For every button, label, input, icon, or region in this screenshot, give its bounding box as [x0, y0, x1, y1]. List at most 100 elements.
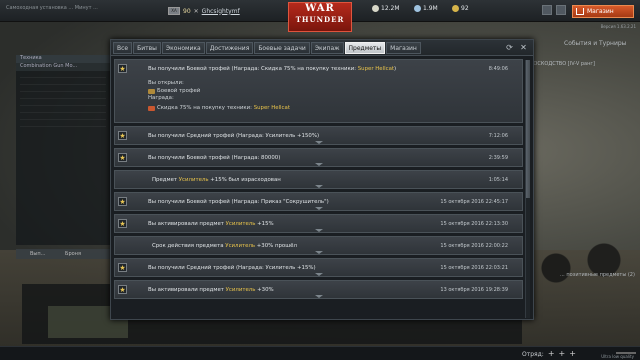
tab-2[interactable]: Экономика [161, 42, 205, 54]
reward-vehicle-link[interactable]: Super Hellcat [254, 105, 290, 111]
expand-chevron-icon[interactable] [315, 207, 323, 210]
favorite-star-icon[interactable]: ★ [118, 64, 127, 73]
expand-chevron-icon[interactable] [315, 295, 323, 298]
add-squad-member-icon[interactable]: + [548, 350, 555, 358]
golden-eagle-icon [452, 5, 459, 12]
tab-0[interactable]: Все [113, 42, 133, 54]
player-info[interactable]: XA 90 ✕ Ghcsightymf [168, 4, 240, 18]
add-squad-member-icon[interactable]: + [569, 350, 576, 358]
silver-lions-value: 12.2M [381, 5, 400, 12]
items-label: ... позитивные предметы (2) [560, 272, 635, 278]
expand-chevron-icon[interactable] [315, 229, 323, 232]
notification-row[interactable]: Срок действия предмета Усилитель +30% пр… [114, 236, 523, 255]
top-bar: Самоходная установка ... Минут ... XA 90… [0, 0, 640, 32]
notification-details: Вы открыли: Боевой трофей Награда: Скидка 7… [148, 80, 290, 112]
notification-row[interactable]: ★ Вы получили Боевой трофей (Награда: Ски… [114, 59, 523, 123]
notification-text-tail: ) [278, 155, 281, 161]
notification-row[interactable]: ★ Вы получили Средний трофей (Награда: Ус… [114, 258, 523, 277]
reward-label: Награда: [148, 95, 174, 101]
notification-text: Вы получили Боевой трофей (Награда: 8000… [148, 155, 280, 161]
vehicle-panel-title: Техника [16, 55, 110, 63]
notification-time: 15 октября 2016 22:13:30 [440, 221, 508, 227]
vehicle-stat-row [20, 85, 106, 92]
expand-chevron-icon[interactable] [315, 185, 323, 188]
expand-chevron-icon[interactable] [315, 163, 323, 166]
reward-item: Скидка 75% на покупку техники: Super Hel… [148, 105, 290, 113]
silver-lion-icon [372, 5, 379, 12]
vehicle-stat-row [20, 106, 106, 113]
notification-row[interactable]: Предмет Усилитель +15% был израсходован 1… [114, 170, 523, 189]
logo-line1: WAR [305, 3, 335, 14]
close-icon[interactable]: ✕ [519, 43, 528, 52]
opened-item: Боевой трофей [148, 88, 290, 96]
notification-time: 1:05:14 [488, 177, 508, 183]
player-name[interactable]: Ghcsightymf [202, 8, 240, 15]
research-icon [414, 5, 421, 12]
squad-section: Отряд: + + + [522, 350, 576, 358]
tab-5[interactable]: Экипаж [310, 42, 344, 54]
expand-chevron-icon[interactable] [315, 251, 323, 254]
notification-row[interactable]: ★ Вы получили Боевой трофей (Награда: 800… [114, 148, 523, 167]
events-panel: События и Турниры ВОСКОДСТВО [IV-V ранг] [530, 40, 640, 120]
opened-item-name: Боевой трофей [157, 87, 201, 94]
tab-4[interactable]: Боевые задачи [254, 42, 310, 54]
chat-icon[interactable] [556, 5, 566, 15]
notification-text-main: Вы получили Боевой трофей (Награда: Скид… [148, 66, 358, 72]
tab-6[interactable]: Предметы [344, 42, 386, 54]
refresh-icon[interactable]: ⟳ [505, 43, 514, 52]
vehicle-panel-tabs[interactable]: Вып... Броня [16, 249, 110, 259]
add-squad-member-icon[interactable]: + [559, 350, 566, 358]
notification-text-main: Вы получили Средний трофей (Награда: Уси… [148, 133, 317, 139]
research-points: 1.9M [414, 5, 438, 12]
top-left-text: Самоходная установка ... Минут ... [6, 5, 98, 11]
events-line: ВОСКОДСТВО [530, 61, 567, 67]
notification-row[interactable]: ★ Вы активировали предмет Усилитель +30% 1… [114, 280, 523, 299]
mail-icon[interactable] [542, 5, 552, 15]
tab-7[interactable]: Магазин [386, 42, 421, 54]
vehicle-stat-row [20, 92, 106, 99]
notification-text: Срок действия предмета Усилитель +30% пр… [152, 243, 297, 249]
notification-item-link[interactable]: Усилитель [226, 221, 256, 227]
armor-tab-label[interactable]: Броня [65, 251, 81, 257]
notification-text: Вы активировали предмет Усилитель +30% [148, 287, 274, 293]
notification-tabs: Все Битвы Экономика Достижения Боевые задачи… [111, 40, 533, 56]
notification-item-link[interactable]: Усилитель [226, 287, 256, 293]
expand-chevron-icon[interactable] [315, 141, 323, 144]
vehicle-tab-label[interactable]: Вып... [30, 251, 45, 257]
store-label: Магазин [587, 8, 614, 15]
expand-chevron-icon[interactable] [315, 273, 323, 276]
store-button[interactable]: Магазин [572, 5, 634, 18]
scroll-thumb[interactable] [526, 60, 530, 198]
notification-row[interactable]: ★ Вы получили Боевой трофей (Награда: При… [114, 192, 523, 211]
silver-lions: 12.2M [372, 5, 400, 12]
favorite-star-icon[interactable]: ★ [118, 219, 127, 228]
golden-eagles: 92 [452, 5, 469, 12]
logo-line2: THUNDER [295, 15, 345, 24]
notification-item-link[interactable]: Усилитель [179, 177, 209, 183]
events-title[interactable]: События и Турниры [530, 40, 640, 47]
player-flag-icon: XA [168, 7, 180, 15]
tab-1[interactable]: Битвы [133, 42, 161, 54]
notification-row[interactable]: ★ Вы получили Средний трофей (Награда: Ус… [114, 126, 523, 145]
notification-item-link[interactable]: Super Hellcat [358, 66, 394, 72]
notification-text: Предмет Усилитель +15% был израсходован [152, 177, 281, 183]
notification-text-tail: +30% [255, 287, 274, 293]
notification-time: 15 октября 2016 22:03:21 [440, 265, 508, 271]
notification-time: 8:49:06 [488, 66, 508, 72]
notification-text-main: Предмет [152, 177, 179, 183]
favorite-star-icon[interactable]: ★ [118, 285, 127, 294]
events-mode: ВОСКОДСТВО [IV-V ранг] [530, 61, 640, 67]
version-label: Версия 1.63.2.21 [600, 24, 636, 29]
favorite-star-icon[interactable]: ★ [118, 153, 127, 162]
notification-text-tail: +30% прошёл [255, 243, 297, 249]
favorite-star-icon[interactable]: ★ [118, 263, 127, 272]
notification-item-link[interactable]: Усилитель [225, 243, 255, 249]
vehicle-stat-row [20, 113, 106, 120]
favorite-star-icon[interactable]: ★ [118, 197, 127, 206]
notification-row[interactable]: ★ Вы активировали предмет Усилитель +15% 1… [114, 214, 523, 233]
favorite-star-icon[interactable]: ★ [118, 131, 127, 140]
player-level: 90 [183, 7, 191, 15]
scrollbar[interactable] [525, 60, 530, 318]
notification-text-main: Вы получили Боевой трофей (Награда: 8000… [148, 155, 279, 161]
tab-3[interactable]: Достижения [205, 42, 254, 54]
